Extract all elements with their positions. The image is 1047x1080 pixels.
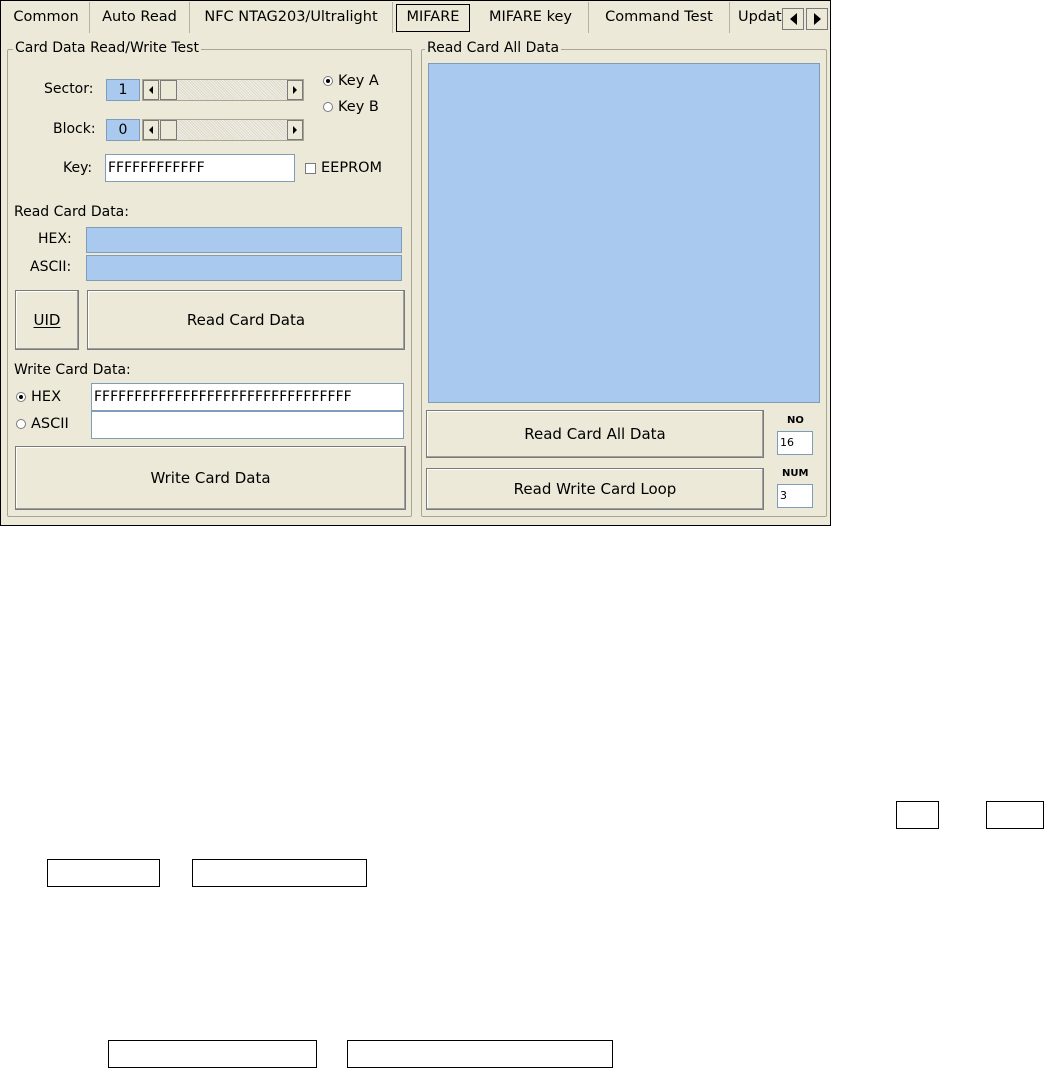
- sector-scroll: 1: [106, 79, 304, 103]
- hex-label: HEX:: [38, 231, 72, 247]
- read-ascii-field[interactable]: [86, 255, 402, 281]
- read-all-group-title: Read Card All Data: [425, 40, 562, 56]
- tab-mifare[interactable]: MIFARE: [396, 4, 470, 32]
- key-b-radio[interactable]: Key B: [323, 99, 379, 115]
- no-label: NO: [787, 415, 804, 426]
- tab-nfc-ntag[interactable]: NFC NTAG203/Ultralight: [190, 2, 393, 33]
- tab-scroll-left-icon[interactable]: [782, 8, 804, 30]
- radio-unchecked-icon: [16, 419, 26, 429]
- tab-bar: Common Auto Read NFC NTAG203/Ultralight …: [1, 1, 830, 35]
- scroll-left-arrow-icon[interactable]: [143, 120, 159, 140]
- block-scroll-thumb[interactable]: [160, 120, 177, 140]
- write-hex-input[interactable]: FFFFFFFFFFFFFFFFFFFFFFFFFFFFFFFF: [91, 383, 404, 411]
- read-hex-field[interactable]: [86, 227, 402, 253]
- tab-auto-read[interactable]: Auto Read: [90, 2, 190, 33]
- sector-label: Sector:: [44, 81, 94, 97]
- empty-box: [896, 801, 939, 829]
- write-ascii-input[interactable]: [91, 411, 404, 439]
- block-scrollbar[interactable]: [142, 119, 304, 141]
- read-card-data-label: Read Card Data:: [14, 204, 129, 220]
- block-value: 0: [106, 119, 140, 141]
- checkbox-icon: [305, 162, 316, 174]
- tab-scroll-right-icon[interactable]: [806, 8, 828, 30]
- tab-common[interactable]: Common: [3, 2, 90, 33]
- key-input[interactable]: FFFFFFFFFFFF: [105, 154, 295, 182]
- key-b-label: Key B: [338, 99, 379, 115]
- key-a-label: Key A: [338, 73, 379, 89]
- radio-unchecked-icon: [323, 102, 333, 112]
- block-label: Block:: [53, 121, 96, 137]
- tab-scroll-arrows: [782, 8, 830, 30]
- read-all-data-area[interactable]: [428, 63, 820, 403]
- write-hex-radio[interactable]: HEX: [16, 389, 61, 405]
- tab-mifare-key[interactable]: MIFARE key: [473, 2, 589, 33]
- eeprom-label: EEPROM: [321, 160, 383, 176]
- sector-scroll-thumb[interactable]: [160, 80, 177, 100]
- tab-update[interactable]: Updat: [730, 2, 782, 33]
- scroll-right-arrow-icon[interactable]: [287, 120, 303, 140]
- sector-value: 1: [106, 79, 140, 101]
- empty-box: [986, 801, 1044, 829]
- block-scroll: 0: [106, 119, 304, 143]
- radio-checked-icon: [16, 392, 26, 402]
- uid-button-label: UID: [33, 311, 61, 329]
- write-card-data-button[interactable]: Write Card Data: [15, 446, 406, 510]
- empty-box: [108, 1040, 317, 1068]
- num-input[interactable]: 3: [777, 484, 813, 508]
- write-ascii-label: ASCII: [31, 416, 69, 432]
- write-card-data-label: Write Card Data:: [14, 362, 131, 378]
- read-card-data-button[interactable]: Read Card Data: [87, 290, 405, 350]
- eeprom-checkbox[interactable]: EEPROM: [305, 160, 382, 176]
- sector-scrollbar[interactable]: [142, 79, 304, 101]
- write-hex-label: HEX: [31, 389, 61, 405]
- key-a-radio[interactable]: Key A: [323, 73, 379, 89]
- scroll-right-arrow-icon[interactable]: [287, 80, 303, 100]
- empty-box: [347, 1040, 613, 1068]
- read-card-all-data-button[interactable]: Read Card All Data: [426, 410, 764, 458]
- read-write-card-loop-button[interactable]: Read Write Card Loop: [426, 468, 764, 510]
- num-label: NUM: [782, 468, 809, 479]
- card-rw-group-title: Card Data Read/Write Test: [13, 40, 201, 56]
- key-label: Key:: [63, 160, 93, 176]
- tab-command-test[interactable]: Command Test: [589, 2, 730, 33]
- ascii-label: ASCII:: [30, 259, 72, 275]
- radio-checked-icon: [323, 76, 333, 86]
- empty-box: [47, 859, 160, 887]
- no-input[interactable]: 16: [777, 431, 813, 455]
- empty-box: [192, 859, 367, 887]
- mifare-tool-window: Common Auto Read NFC NTAG203/Ultralight …: [0, 0, 831, 526]
- uid-button[interactable]: UID: [15, 290, 79, 350]
- write-ascii-radio[interactable]: ASCII: [16, 416, 69, 432]
- scroll-left-arrow-icon[interactable]: [143, 80, 159, 100]
